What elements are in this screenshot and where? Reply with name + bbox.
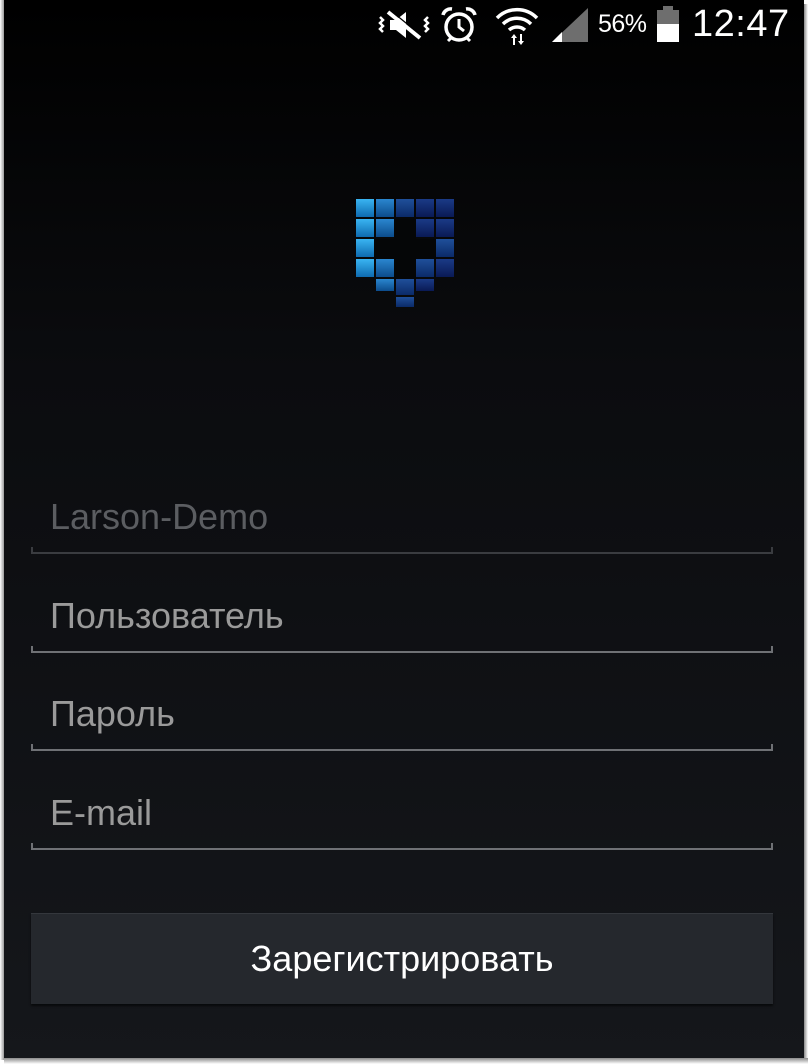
- register-button-label: Зарегистрировать: [250, 938, 554, 979]
- frame-shadow-bottom: [4, 1058, 808, 1064]
- clock: 12:47: [692, 3, 790, 45]
- battery-percent: 56%: [598, 10, 647, 38]
- server-field-value: Larson-Demo: [50, 496, 269, 537]
- server-field-underline: [31, 547, 773, 554]
- username-field-placeholder[interactable]: Пользователь: [50, 595, 284, 637]
- screen: 56% 12:47 Larson-Demo Пользователь Парол…: [4, 0, 804, 1058]
- frame-shadow-right: [804, 4, 808, 1064]
- email-field-underline: [31, 843, 773, 850]
- vibrate-mute-icon: [376, 8, 432, 47]
- alarm-icon: [440, 6, 478, 49]
- username-field-underline: [31, 646, 773, 653]
- wifi-icon: [494, 4, 540, 51]
- signal-icon: [550, 6, 590, 49]
- username-field[interactable]: Пользователь: [31, 593, 773, 653]
- password-field[interactable]: Пароль: [31, 691, 773, 751]
- register-button[interactable]: Зарегистрировать: [31, 913, 773, 1004]
- password-field-placeholder[interactable]: Пароль: [50, 693, 175, 735]
- email-field[interactable]: E-mail: [31, 790, 773, 850]
- app-logo: [350, 196, 454, 310]
- server-field: Larson-Demo: [31, 494, 773, 554]
- password-field-underline: [31, 744, 773, 751]
- battery-icon: [656, 5, 680, 48]
- email-field-placeholder[interactable]: E-mail: [50, 792, 152, 834]
- status-bar: 56% 12:47: [4, 0, 804, 50]
